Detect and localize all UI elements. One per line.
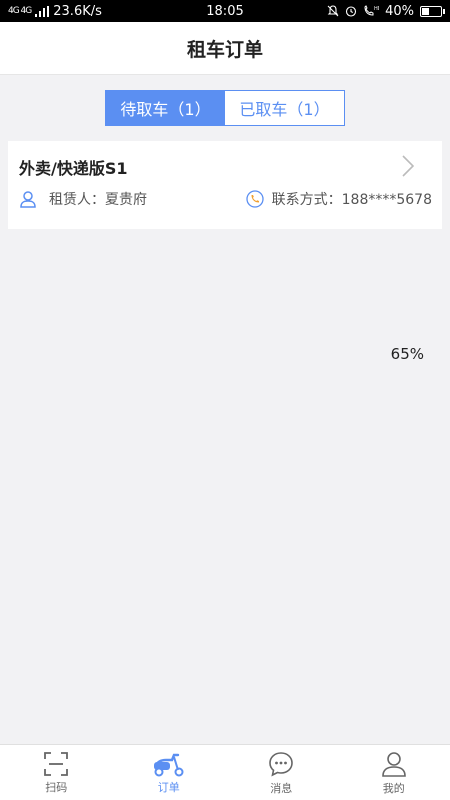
- person-icon: [20, 191, 36, 208]
- order-status-tabs: 待取车（1） 已取车（1）: [105, 90, 345, 126]
- order-card[interactable]: 外卖/快递版S1 租赁人：夏贵府 联系方式：188****5678: [8, 141, 442, 229]
- nav-item-orders[interactable]: 订单: [113, 745, 226, 800]
- tab-picked-up[interactable]: 已取车（1）: [225, 91, 344, 125]
- status-right: HD 40%: [327, 3, 445, 19]
- nav-label-messages: 消息: [270, 781, 293, 795]
- contact-phone: 联系方式：188****5678: [271, 192, 432, 208]
- svg-text:HD: HD: [374, 6, 379, 12]
- loading-progress: 65%: [390, 345, 424, 363]
- scooter-icon: [153, 753, 184, 776]
- network-speed: 23.6K/s: [53, 3, 102, 19]
- nav-item-me[interactable]: 我的: [338, 745, 450, 800]
- message-icon: [269, 751, 294, 776]
- page-title: 租车订单: [186, 38, 263, 61]
- nav-item-scan[interactable]: 扫码: [0, 745, 113, 800]
- nav-label-scan: 扫码: [45, 780, 68, 794]
- tab-pending-pickup[interactable]: 待取车（1）: [106, 91, 225, 125]
- nav-item-messages[interactable]: 消息: [225, 745, 338, 800]
- status-bar: 4G 4G 23.6K/s 18:05 HD 40%: [0, 0, 450, 22]
- signal-icon: 4G 4G: [8, 6, 32, 16]
- renter-row: 租赁人：夏贵府: [19, 189, 147, 209]
- battery-icon: [420, 5, 445, 17]
- contact-row[interactable]: 联系方式：188****5678: [245, 189, 432, 209]
- nav-label-orders: 订单: [157, 780, 180, 794]
- scan-icon: [44, 751, 69, 776]
- order-title: 外卖/快递版S1: [19, 159, 128, 178]
- bottom-nav: 扫码 订单 消息 我的: [0, 744, 450, 800]
- chevron-right-icon: [402, 155, 414, 177]
- nav-label-me: 我的: [382, 781, 405, 795]
- mute-bell-icon: [327, 5, 339, 17]
- status-left: 4G 4G 23.6K/s: [8, 4, 327, 19]
- renter-name: 租赁人：夏贵府: [49, 192, 147, 208]
- battery-level: [422, 7, 429, 15]
- signal-bars-icon: [35, 5, 50, 17]
- alarm-icon: [346, 6, 357, 17]
- user-icon: [381, 751, 406, 777]
- battery-percent: 40%: [385, 3, 414, 19]
- hd-call-icon: HD: [364, 5, 379, 16]
- page-header: 租车订单: [0, 22, 450, 75]
- phone-icon: [245, 190, 264, 208]
